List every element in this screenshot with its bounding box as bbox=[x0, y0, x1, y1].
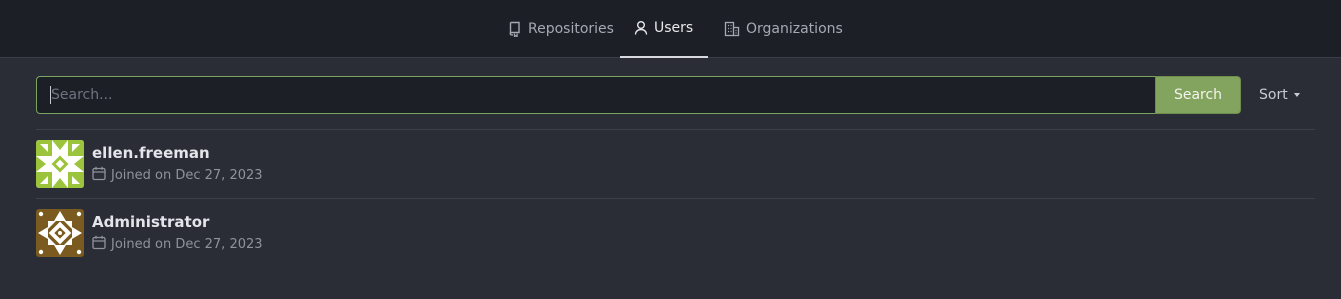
tab-repositories[interactable]: Repositories bbox=[494, 0, 628, 58]
tab-repositories-label: Repositories bbox=[528, 21, 614, 37]
sort-label: Sort bbox=[1259, 87, 1288, 103]
list-item: ellen.freeman Joined on Dec 27, 2023 bbox=[36, 140, 1315, 190]
list-item: Administrator Joined on Dec 27, 2023 bbox=[36, 209, 1315, 259]
search-button[interactable]: Search bbox=[1155, 76, 1241, 114]
organization-icon bbox=[724, 21, 740, 37]
tab-users[interactable]: Users bbox=[620, 0, 708, 58]
tab-organizations[interactable]: Organizations bbox=[710, 0, 857, 58]
avatar[interactable] bbox=[36, 140, 84, 188]
user-name-link[interactable]: ellen.freeman bbox=[92, 144, 210, 162]
calendar-icon bbox=[92, 235, 106, 254]
joined-date-text: Joined on Dec 27, 2023 bbox=[111, 168, 263, 183]
text-caret bbox=[50, 86, 51, 104]
repo-icon bbox=[508, 21, 522, 37]
joined-date: Joined on Dec 27, 2023 bbox=[92, 166, 263, 185]
divider bbox=[36, 198, 1315, 199]
calendar-icon bbox=[92, 166, 106, 185]
divider bbox=[36, 129, 1315, 130]
explore-tabs: Repositories Users Organizations bbox=[0, 0, 1341, 58]
tab-users-label: Users bbox=[654, 20, 694, 36]
explore-header: Repositories Users Organizations bbox=[0, 0, 1341, 58]
avatar[interactable] bbox=[36, 209, 84, 257]
sort-dropdown[interactable]: Sort bbox=[1259, 76, 1300, 114]
person-icon bbox=[634, 20, 648, 36]
joined-date-text: Joined on Dec 27, 2023 bbox=[111, 237, 263, 252]
search-input[interactable] bbox=[36, 76, 1155, 114]
user-name-link[interactable]: Administrator bbox=[92, 213, 209, 231]
tab-organizations-label: Organizations bbox=[746, 21, 843, 37]
caret-down-icon bbox=[1293, 93, 1300, 97]
joined-date: Joined on Dec 27, 2023 bbox=[92, 235, 263, 254]
